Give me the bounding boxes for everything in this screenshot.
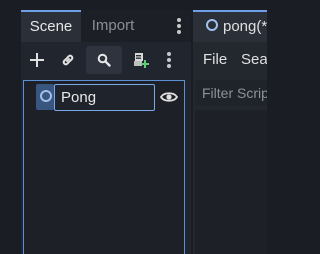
tab-scene[interactable]: Scene bbox=[21, 10, 81, 42]
script-list[interactable] bbox=[195, 110, 267, 254]
add-node-button[interactable] bbox=[25, 46, 49, 74]
node2d-circle-icon bbox=[40, 90, 52, 102]
script-tab[interactable]: pong(* bbox=[193, 10, 267, 42]
tab-import[interactable]: Import bbox=[82, 10, 144, 42]
link-icon bbox=[62, 54, 74, 66]
dock-options-icon[interactable] bbox=[174, 16, 184, 36]
instance-scene-button[interactable] bbox=[56, 46, 80, 74]
menu-file[interactable]: File bbox=[203, 48, 227, 72]
menu-search[interactable]: Sear bbox=[241, 48, 267, 72]
eye-icon[interactable] bbox=[159, 89, 179, 105]
search-icon bbox=[97, 53, 111, 67]
filter-scripts-input[interactable]: Filter Scrip bbox=[195, 80, 267, 106]
node-rename-input[interactable] bbox=[54, 84, 155, 111]
filter-nodes-button[interactable] bbox=[86, 46, 122, 74]
scene-circle-icon bbox=[206, 19, 218, 31]
plus-icon bbox=[30, 53, 44, 67]
attach-script-icon bbox=[134, 53, 149, 68]
scene-tree-options-icon[interactable] bbox=[162, 46, 176, 74]
attach-script-button[interactable] bbox=[128, 46, 152, 74]
